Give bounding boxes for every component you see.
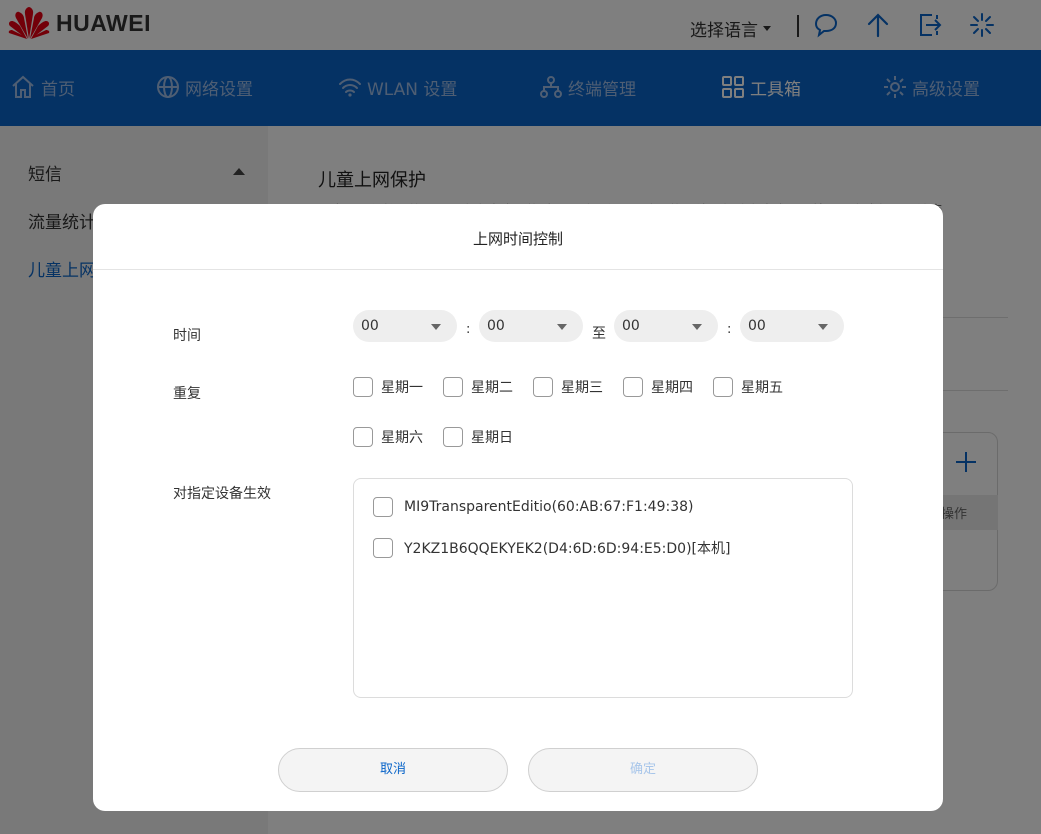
- weekday-label: 星期六: [381, 430, 423, 446]
- checkbox[interactable]: [353, 427, 373, 447]
- chevron-down-icon: [557, 324, 567, 330]
- checkbox[interactable]: [623, 377, 643, 397]
- device-label: MI9TransparentEditio(60:AB:67:F1:49:38): [404, 499, 694, 515]
- weekday-label: 星期一: [381, 380, 423, 396]
- select-value: 00: [748, 318, 766, 334]
- weekday-label: 星期三: [561, 380, 603, 396]
- checkbox[interactable]: [353, 377, 373, 397]
- dialog-divider: [93, 269, 943, 270]
- time-control-dialog: 上网时间控制 时间 00 : 00 至 00 : 00 重复 星期一 星期二 星…: [93, 204, 943, 811]
- repeat-label: 重复: [173, 386, 201, 402]
- weekday-label: 星期日: [471, 430, 513, 446]
- weekday-wednesday[interactable]: 星期三: [533, 377, 603, 397]
- time-colon: :: [466, 322, 471, 337]
- chevron-down-icon: [431, 324, 441, 330]
- start-minute-select[interactable]: 00: [479, 310, 583, 342]
- checkbox[interactable]: [443, 377, 463, 397]
- select-value: 00: [487, 318, 505, 334]
- device-item[interactable]: MI9TransparentEditio(60:AB:67:F1:49:38): [373, 497, 693, 517]
- dialog-title: 上网时间控制: [472, 230, 563, 248]
- confirm-button[interactable]: 确定: [528, 748, 758, 792]
- checkbox[interactable]: [443, 427, 463, 447]
- checkbox[interactable]: [373, 538, 393, 558]
- start-hour-select[interactable]: 00: [353, 310, 457, 342]
- weekday-label: 星期四: [651, 380, 693, 396]
- cancel-button[interactable]: 取消: [278, 748, 508, 792]
- weekday-friday[interactable]: 星期五: [713, 377, 783, 397]
- weekday-label: 星期二: [471, 380, 513, 396]
- select-value: 00: [622, 318, 640, 334]
- weekday-tuesday[interactable]: 星期二: [443, 377, 513, 397]
- checkbox[interactable]: [713, 377, 733, 397]
- end-minute-select[interactable]: 00: [740, 310, 844, 342]
- select-value: 00: [361, 318, 379, 334]
- chevron-down-icon: [818, 324, 828, 330]
- to-label: 至: [592, 326, 606, 342]
- devices-label: 对指定设备生效: [173, 486, 271, 502]
- weekday-monday[interactable]: 星期一: [353, 377, 423, 397]
- weekday-sunday[interactable]: 星期日: [443, 427, 513, 447]
- weekday-thursday[interactable]: 星期四: [623, 377, 693, 397]
- weekday-saturday[interactable]: 星期六: [353, 427, 423, 447]
- checkbox[interactable]: [373, 497, 393, 517]
- time-label: 时间: [173, 328, 201, 344]
- end-hour-select[interactable]: 00: [614, 310, 718, 342]
- time-colon: :: [727, 322, 732, 337]
- device-item[interactable]: Y2KZ1B6QQEKYEK2(D4:6D:6D:94:E5:D0)[本机]: [373, 538, 730, 558]
- chevron-down-icon: [692, 324, 702, 330]
- weekday-label: 星期五: [741, 380, 783, 396]
- checkbox[interactable]: [533, 377, 553, 397]
- device-label: Y2KZ1B6QQEKYEK2(D4:6D:6D:94:E5:D0)[本机]: [404, 541, 731, 557]
